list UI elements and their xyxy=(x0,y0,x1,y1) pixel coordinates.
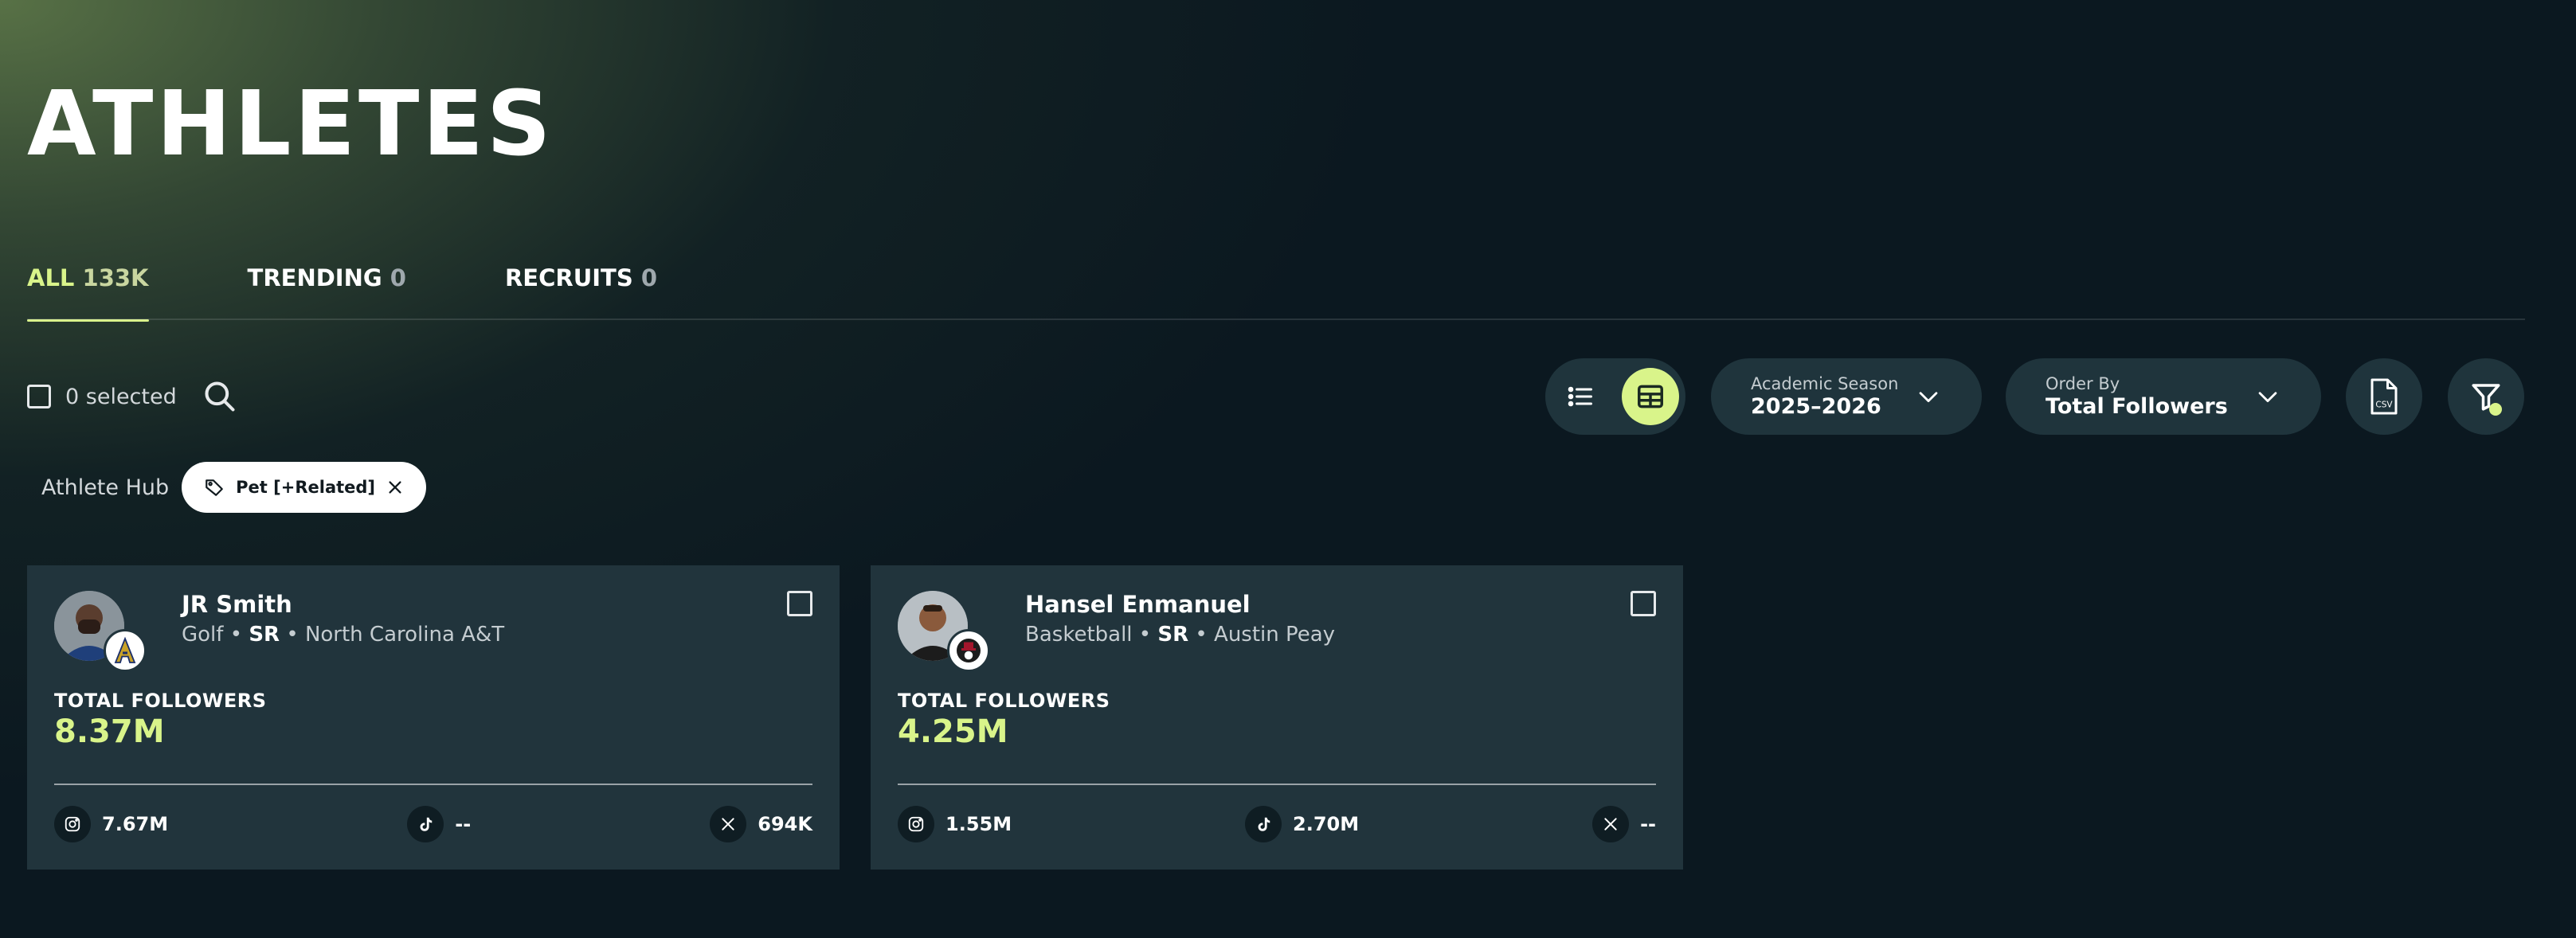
athlete-class-year: SR xyxy=(249,623,280,647)
filter-chip-label: Pet [+Related] xyxy=(236,478,376,497)
active-filter-dot xyxy=(2489,403,2502,416)
athlete-select-checkbox[interactable] xyxy=(1631,591,1656,616)
x-logo-icon xyxy=(1592,806,1630,842)
search-icon[interactable] xyxy=(201,377,239,416)
instagram-icon xyxy=(898,806,934,842)
page-title: ATHLETES xyxy=(27,72,554,176)
x-logo-icon xyxy=(710,806,747,842)
athlete-sport: Basketball xyxy=(1025,623,1133,647)
team-logo-badge xyxy=(947,629,990,672)
total-followers-value: 4.25M xyxy=(898,713,1008,750)
filter-chip[interactable]: Pet [+Related] xyxy=(182,462,427,513)
athlete-school: North Carolina A&T xyxy=(304,623,505,647)
social-stats: 1.55M 2.70M -- xyxy=(898,804,1656,844)
tiktok-stat: 2.70M xyxy=(1245,806,1359,842)
tab-all[interactable]: ALL 133K xyxy=(27,260,149,322)
tab-trending[interactable]: TRENDING 0 xyxy=(248,260,406,320)
academic-season-dropdown[interactable]: Academic Season 2025–2026 xyxy=(1711,358,1982,435)
athlete-hub-label: Athlete Hub xyxy=(41,475,170,500)
chevron-down-icon xyxy=(2258,392,2277,403)
tab-label: RECRUITS xyxy=(504,264,633,291)
total-followers-label: TOTAL FOLLOWERS xyxy=(54,690,267,712)
athlete-school: Austin Peay xyxy=(1214,623,1336,647)
tabs-divider xyxy=(27,319,2525,320)
athlete-name[interactable]: JR Smith xyxy=(182,591,292,618)
instagram-stat: 1.55M xyxy=(898,806,1012,842)
tiktok-followers: 2.70M xyxy=(1293,813,1360,835)
tag-icon xyxy=(206,479,223,496)
selected-count: 0 selected xyxy=(65,384,177,409)
close-icon[interactable] xyxy=(386,479,404,496)
chevron-down-icon xyxy=(1919,392,1938,403)
instagram-icon xyxy=(54,806,91,842)
tab-recruits[interactable]: RECRUITS 0 xyxy=(505,260,657,320)
grid-view-icon[interactable] xyxy=(1622,368,1679,425)
tab-count: 0 xyxy=(390,264,406,291)
athlete-card[interactable]: Hansel Enmanuel Basketball • SR • Austin… xyxy=(871,565,1683,870)
athlete-sport: Golf xyxy=(182,623,224,647)
tiktok-icon xyxy=(1245,806,1282,842)
tab-label: ALL xyxy=(27,264,75,291)
order-value: Total Followers xyxy=(2046,394,2228,419)
csv-export-button[interactable]: CSV xyxy=(2346,358,2422,435)
x-stat: 694K xyxy=(710,806,812,842)
active-filters-row: Athlete Hub Pet [+Related] xyxy=(41,462,427,513)
instagram-stat: 7.67M xyxy=(54,806,168,842)
select-all-checkbox[interactable] xyxy=(27,385,51,408)
athlete-card[interactable]: JR Smith Golf • SR • North Carolina A&T … xyxy=(27,565,840,870)
athlete-select-checkbox[interactable] xyxy=(787,591,812,616)
x-stat: -- xyxy=(1592,806,1656,842)
card-divider xyxy=(54,784,812,785)
athlete-name[interactable]: Hansel Enmanuel xyxy=(1025,591,1251,618)
total-followers-label: TOTAL FOLLOWERS xyxy=(898,690,1110,712)
tabs: ALL 133K TRENDING 0 RECRUITS 0 xyxy=(27,260,657,322)
card-divider xyxy=(898,784,1656,785)
tab-label: TRENDING xyxy=(247,264,382,291)
order-label: Order By xyxy=(2046,374,2120,393)
tab-count: 133K xyxy=(82,264,149,291)
total-followers-value: 8.37M xyxy=(54,713,165,750)
selection-row: 0 selected xyxy=(27,377,239,416)
tiktok-stat: -- xyxy=(407,806,471,842)
instagram-followers: 7.67M xyxy=(102,813,169,835)
team-logo-badge xyxy=(104,629,147,672)
social-stats: 7.67M -- 694K xyxy=(54,804,812,844)
x-followers: 694K xyxy=(758,813,812,835)
athlete-meta: Basketball • SR • Austin Peay xyxy=(1025,623,1336,647)
filter-button[interactable] xyxy=(2448,358,2524,435)
tiktok-followers: -- xyxy=(455,813,472,835)
order-by-dropdown[interactable]: Order By Total Followers xyxy=(2006,358,2321,435)
csv-file-icon: CSV xyxy=(2370,378,2398,415)
x-followers: -- xyxy=(1640,813,1656,835)
season-value: 2025–2026 xyxy=(1751,394,1881,419)
csv-icon-label: CSV xyxy=(2375,401,2393,410)
season-label: Academic Season xyxy=(1751,374,1899,393)
athlete-meta: Golf • SR • North Carolina A&T xyxy=(182,623,505,647)
athlete-class-year: SR xyxy=(1157,623,1189,647)
view-toggle xyxy=(1545,358,1685,435)
tab-count: 0 xyxy=(640,264,658,291)
list-view-icon[interactable] xyxy=(1552,368,1609,425)
instagram-followers: 1.55M xyxy=(945,813,1012,835)
tiktok-icon xyxy=(407,806,444,842)
